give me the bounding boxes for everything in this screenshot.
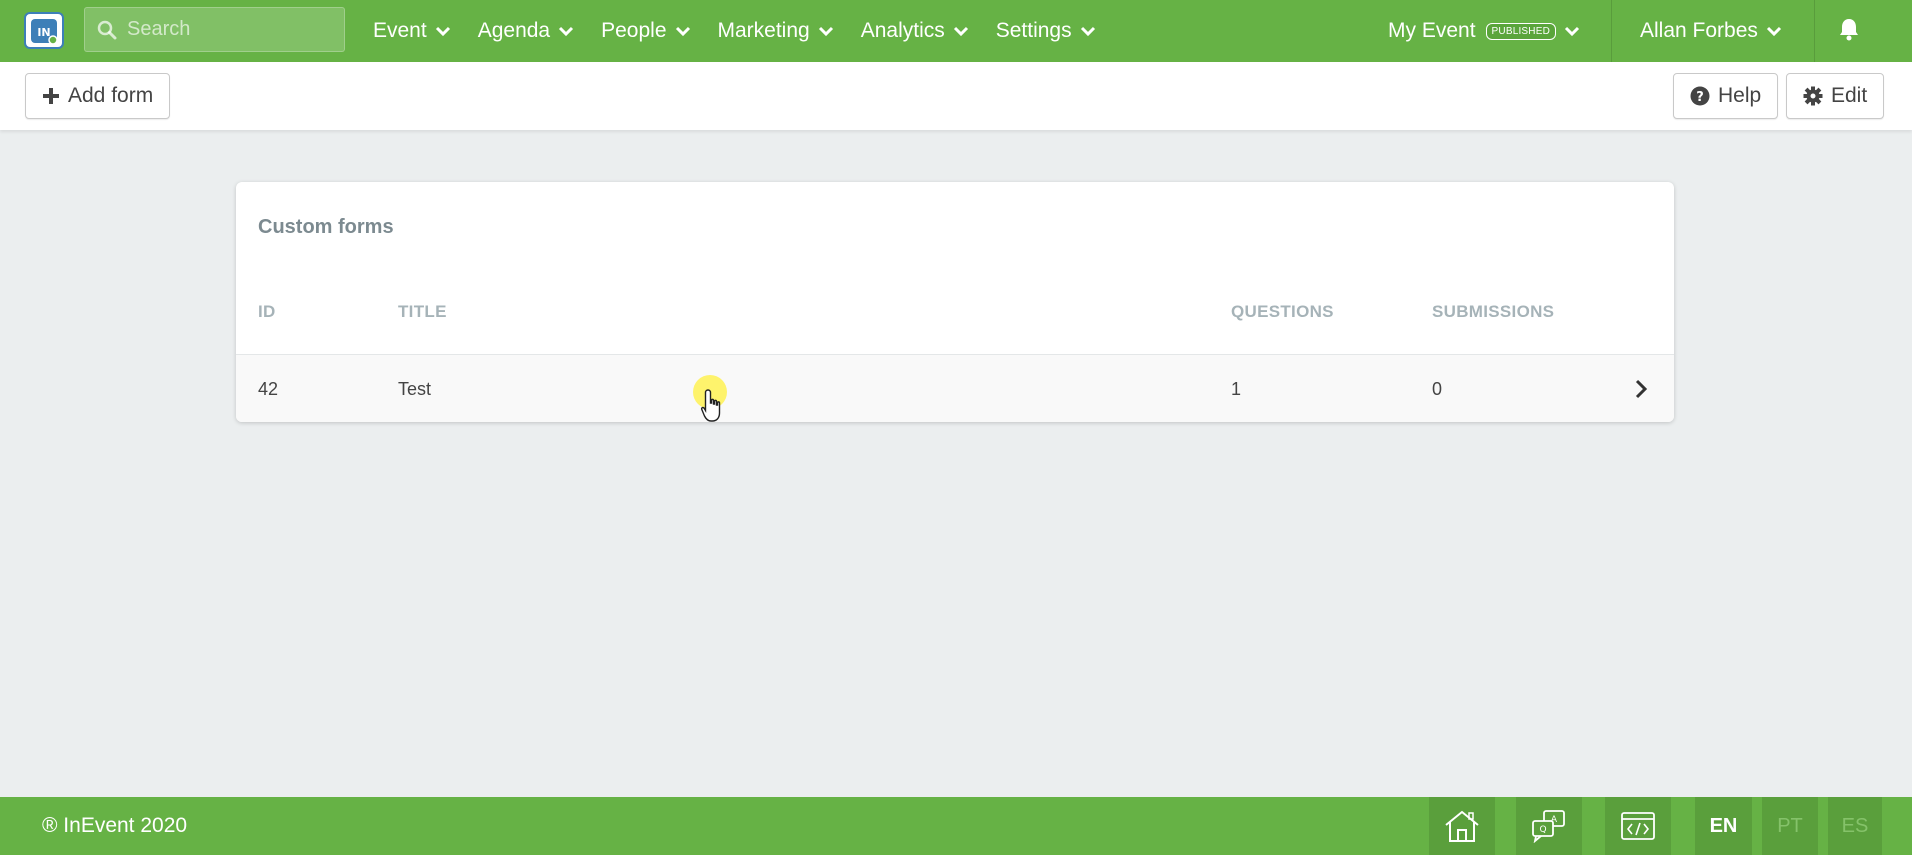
nav-divider: [1611, 0, 1612, 62]
bell-icon: [1840, 19, 1858, 41]
search-icon: [97, 20, 117, 39]
chevron-down-icon: [953, 26, 968, 37]
notifications-button[interactable]: [1838, 17, 1860, 46]
developer-button[interactable]: [1605, 797, 1671, 855]
cell-questions: 1: [1231, 379, 1242, 399]
copyright-text: ® InEvent 2020: [42, 814, 188, 837]
gear-icon: [1803, 86, 1823, 106]
column-header-title: TITLE: [398, 302, 447, 321]
chevron-down-icon: [1080, 26, 1095, 37]
nav-settings[interactable]: Settings: [996, 19, 1096, 43]
cell-title: Test: [398, 379, 432, 399]
main-nav: Event Agenda People Marketing Analytics …: [373, 0, 1123, 62]
inevent-logo[interactable]: IN: [24, 12, 64, 49]
chevron-down-icon: [1766, 26, 1781, 37]
chevron-right-icon: [1635, 379, 1648, 399]
search-box[interactable]: [84, 7, 345, 52]
chevron-down-icon: [675, 26, 690, 37]
user-name: Allan Forbes: [1640, 19, 1758, 42]
nav-agenda[interactable]: Agenda: [478, 19, 574, 43]
table-row[interactable]: 42 Test 1 0: [236, 354, 1674, 422]
event-status-badge: PUBLISHED: [1485, 22, 1557, 40]
language-es-button[interactable]: ES: [1828, 797, 1882, 855]
qa-chat-icon: A Q: [1532, 810, 1565, 843]
nav-people[interactable]: People: [601, 19, 690, 43]
cell-id: 42: [258, 379, 279, 399]
home-button[interactable]: [1429, 797, 1495, 855]
chevron-down-icon: [435, 26, 450, 37]
search-input[interactable]: [127, 18, 327, 41]
nav-event[interactable]: Event: [373, 19, 451, 43]
hand-pointer-icon: [700, 389, 721, 422]
nav-divider: [1814, 0, 1815, 62]
top-navigation-bar: IN Event Agenda People Marketing Analyti…: [0, 0, 1912, 62]
svg-text:?: ?: [1696, 90, 1704, 105]
page-toolbar: Add form ? Help Edit: [0, 62, 1912, 130]
chevron-down-icon: [559, 26, 574, 37]
language-en-button[interactable]: EN: [1695, 797, 1752, 855]
user-menu[interactable]: Allan Forbes: [1640, 0, 1782, 62]
column-header-id: ID: [258, 302, 276, 321]
svg-text:IN: IN: [37, 26, 50, 39]
qa-support-button[interactable]: A Q: [1516, 797, 1582, 855]
add-form-button[interactable]: Add form: [25, 73, 171, 119]
cell-submissions: 0: [1432, 379, 1443, 399]
event-selector[interactable]: My Event PUBLISHED: [1388, 0, 1580, 62]
home-icon: [1445, 810, 1479, 842]
nav-analytics[interactable]: Analytics: [861, 19, 969, 43]
column-header-submissions: SUBMISSIONS: [1432, 302, 1555, 321]
card-title: Custom forms: [258, 216, 394, 238]
chevron-down-icon: [1564, 26, 1580, 37]
chevron-down-icon: [818, 26, 833, 37]
help-button[interactable]: ? Help: [1673, 73, 1779, 119]
custom-forms-card: Custom forms ID TITLE QUESTIONS SUBMISSI…: [236, 182, 1674, 422]
edit-button[interactable]: Edit: [1786, 73, 1885, 119]
question-circle-icon: ?: [1690, 86, 1710, 106]
svg-text:Q: Q: [1539, 825, 1546, 835]
column-header-questions: QUESTIONS: [1231, 302, 1334, 321]
language-pt-button[interactable]: PT: [1762, 797, 1818, 855]
code-icon: [1621, 812, 1655, 840]
event-name: My Event: [1388, 19, 1476, 42]
footer: ® InEvent 2020 A Q EN PT ES: [0, 797, 1912, 855]
nav-marketing[interactable]: Marketing: [718, 19, 834, 43]
plus-icon: [43, 88, 59, 104]
